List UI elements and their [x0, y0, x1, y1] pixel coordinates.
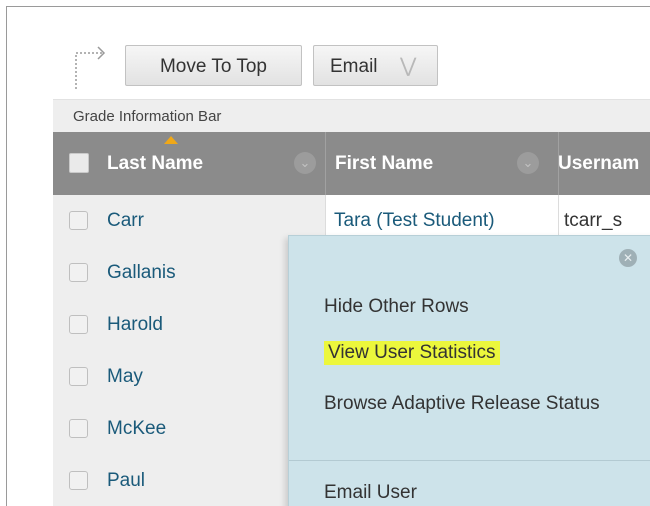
- grade-information-bar[interactable]: Grade Information Bar: [53, 99, 650, 132]
- last-name-cell: May: [53, 351, 325, 403]
- last-name-cell: Carr: [53, 195, 325, 247]
- column-header-last-name[interactable]: Last Name: [107, 132, 203, 195]
- close-icon[interactable]: ✕: [619, 249, 637, 267]
- last-name-cell: Paul: [53, 455, 325, 506]
- last-name-link[interactable]: May: [107, 351, 143, 403]
- column-menu-chevron-icon[interactable]: ⌄: [294, 152, 316, 174]
- last-name-link[interactable]: Gallanis: [107, 247, 176, 299]
- chevron-down-icon: ⋁: [400, 55, 417, 77]
- menu-item-email-user[interactable]: Email User: [324, 481, 417, 505]
- last-name-cell: McKee: [53, 403, 325, 455]
- menu-item-browse-adaptive-release-status[interactable]: Browse Adaptive Release Status: [324, 392, 624, 416]
- last-name-link[interactable]: Harold: [107, 299, 163, 351]
- row-checkbox[interactable]: [69, 471, 88, 490]
- row-checkbox[interactable]: [69, 315, 88, 334]
- column-menu-chevron-icon[interactable]: ⌄: [517, 152, 539, 174]
- row-context-menu: ✕ Hide Other Rows View User Statistics B…: [288, 235, 650, 506]
- row-checkbox[interactable]: [69, 419, 88, 438]
- sort-ascending-icon: [164, 136, 178, 144]
- menu-item-hide-other-rows[interactable]: Hide Other Rows: [324, 295, 469, 319]
- column-divider: [325, 132, 326, 195]
- selection-arrow-icon: [75, 46, 106, 89]
- email-dropdown-button[interactable]: Email ⋁: [313, 45, 438, 86]
- column-header-username[interactable]: Usernam: [558, 132, 639, 195]
- last-name-link[interactable]: McKee: [107, 403, 166, 455]
- menu-item-view-user-statistics[interactable]: View User Statistics: [324, 341, 500, 365]
- table-header: Last Name ⌄ First Name ⌄ Usernam: [53, 132, 650, 195]
- last-name-link[interactable]: Paul: [107, 455, 145, 506]
- column-header-first-name[interactable]: First Name: [335, 132, 433, 195]
- last-name-cell: Gallanis: [53, 247, 325, 299]
- move-to-top-button[interactable]: Move To Top: [125, 45, 302, 86]
- menu-divider: [289, 460, 650, 461]
- last-name-link[interactable]: Carr: [107, 195, 144, 247]
- select-all-checkbox[interactable]: [69, 153, 89, 173]
- row-checkbox[interactable]: [69, 211, 88, 230]
- row-checkbox[interactable]: [69, 367, 88, 386]
- last-name-cell: Harold: [53, 299, 325, 351]
- email-button-label: Email: [330, 56, 378, 77]
- row-checkbox[interactable]: [69, 263, 88, 282]
- grade-center-panel: Move To Top Email ⋁ Grade Information Ba…: [6, 6, 650, 506]
